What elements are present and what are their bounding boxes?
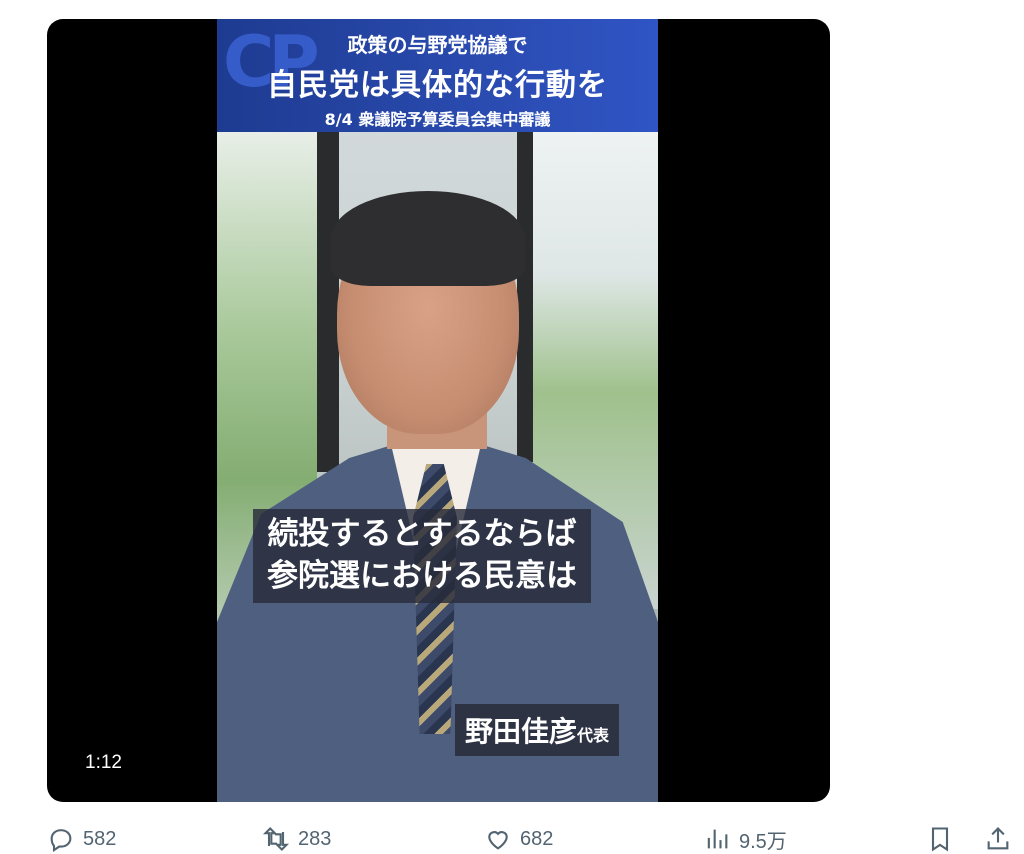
tweet-action-bar: 582 283 682 9.5万 bbox=[0, 824, 1024, 854]
share-button[interactable] bbox=[984, 824, 1020, 854]
video-player[interactable]: CP 政策の与野党協議で 自民党は具体的な行動を 8/4 衆議院予算委員会集中審… bbox=[47, 19, 830, 802]
bookmark-icon bbox=[931, 827, 949, 852]
like-icon bbox=[488, 831, 508, 850]
window-frame bbox=[317, 132, 339, 472]
reply-icon bbox=[50, 829, 72, 853]
banner-line-2: 自民党は具体的な行動を bbox=[267, 68, 608, 103]
repost-icon bbox=[262, 827, 290, 851]
banner-line-3: 8/4 衆議院予算委員会集中審議 bbox=[324, 110, 551, 129]
speaker-name: 野田佳彦 bbox=[465, 715, 578, 748]
subtitle-line-2: 参院選における民意は bbox=[267, 558, 577, 594]
reply-count: 582 bbox=[83, 827, 117, 850]
window-frame bbox=[517, 132, 533, 462]
reply-button[interactable]: 582 bbox=[47, 824, 116, 854]
repost-button[interactable]: 283 bbox=[262, 824, 331, 854]
views-button[interactable]: 9.5万 bbox=[703, 824, 787, 854]
repost-count: 283 bbox=[298, 827, 332, 850]
views-icon bbox=[707, 829, 728, 849]
banner-line-1: 政策の与野党協議で bbox=[347, 33, 528, 57]
like-count: 682 bbox=[520, 827, 554, 850]
views-count: 9.5万 bbox=[739, 830, 787, 853]
video-duration: 1:12 bbox=[85, 752, 122, 773]
video-subtitle: 続投するとするならば 参院選における民意は bbox=[253, 509, 591, 603]
person-hair bbox=[331, 191, 525, 286]
bookmark-button[interactable] bbox=[926, 824, 962, 854]
speaker-role: 代表 bbox=[577, 726, 610, 745]
subtitle-line-1: 続投するとするならば bbox=[267, 516, 577, 552]
video-title-banner: CP 政策の与野党協議で 自民党は具体的な行動を 8/4 衆議院予算委員会集中審… bbox=[217, 19, 658, 132]
like-button[interactable]: 682 bbox=[484, 824, 553, 854]
share-icon bbox=[987, 827, 1009, 850]
video-frame[interactable]: CP 政策の与野党協議で 自民党は具体的な行動を 8/4 衆議院予算委員会集中審… bbox=[217, 19, 658, 802]
speaker-name-tag: 野田佳彦代表 bbox=[455, 704, 620, 756]
